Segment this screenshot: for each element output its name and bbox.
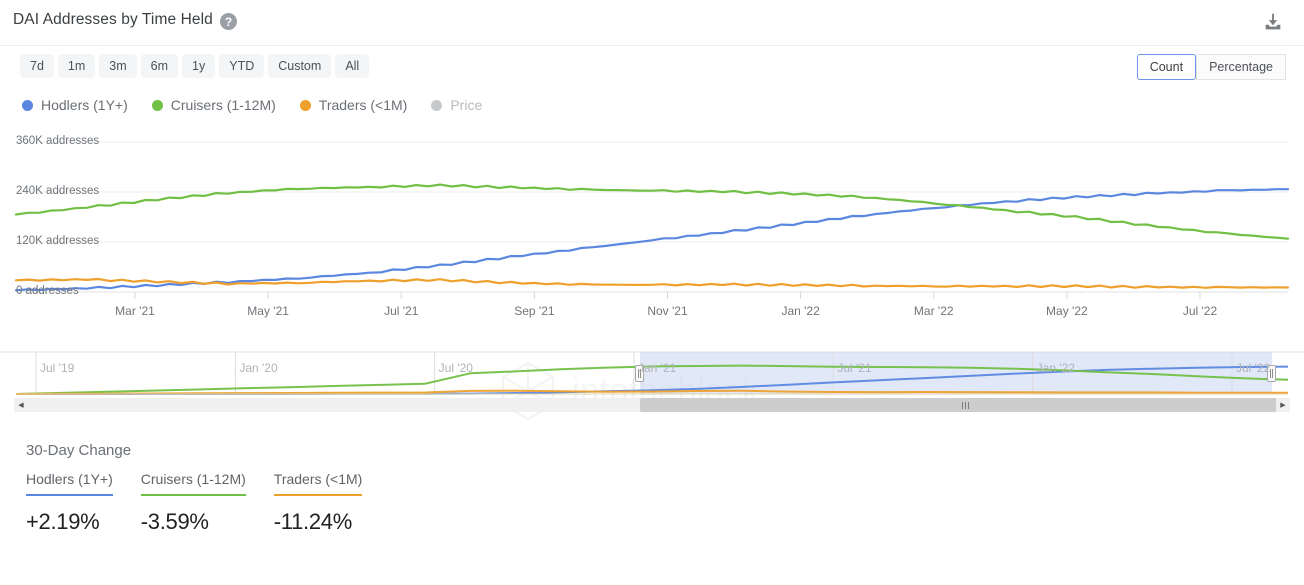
legend-label: Traders (<1M): [318, 97, 408, 113]
x-axis-label: Jul '22: [1182, 304, 1218, 318]
scroll-right-arrow[interactable]: ▶: [1276, 398, 1290, 412]
navigator-axis-label: Jan '20: [239, 361, 278, 375]
navigator-axis-label: Jul '19: [40, 361, 75, 375]
y-axis-label: 120K addresses: [16, 235, 100, 247]
legend-dot-icon: [431, 99, 443, 111]
chart-header: DAI Addresses by Time Held ?: [0, 0, 1304, 46]
navigator-axis-label: Jan '21: [638, 361, 677, 375]
legend-label: Hodlers (1Y+): [41, 97, 128, 113]
chart-legend: Hodlers (1Y+) Cruisers (1-12M) Traders (…: [0, 86, 1304, 124]
x-axis-label: Mar '22: [913, 304, 954, 318]
x-axis-label: May '21: [247, 304, 289, 318]
navigator-axis-label: Jul '21: [837, 361, 872, 375]
stats-row: Hodlers (1Y+) +2.19% Cruisers (1-12M) -3…: [26, 471, 1304, 535]
change-summary: 30-Day Change Hodlers (1Y+) +2.19% Cruis…: [0, 414, 1304, 535]
stat-traders: Traders (<1M) -11.24%: [273, 471, 363, 535]
value-mode-toggle: Count Percentage: [1136, 54, 1286, 80]
time-range-group: 7d 1m 3m 6m 1y YTD Custom All: [20, 54, 370, 78]
stat-value: -11.24%: [273, 509, 353, 534]
range-button-6m[interactable]: 6m: [140, 54, 179, 78]
x-axis-label: Jan '22: [781, 304, 820, 318]
scroll-left-arrow[interactable]: ◀: [14, 398, 28, 412]
page-title: DAI Addresses by Time Held: [13, 11, 213, 28]
stat-label: Cruisers (1-12M): [140, 471, 246, 487]
range-button-custom[interactable]: Custom: [268, 54, 332, 78]
x-axis-label: Sep '21: [514, 304, 555, 318]
range-button-all[interactable]: All: [335, 54, 370, 78]
legend-item-cruisers[interactable]: Cruisers (1-12M): [151, 97, 276, 113]
navigator-scrollbar[interactable]: ◀ ▶: [14, 398, 1290, 412]
summary-title: 30-Day Change: [26, 442, 132, 459]
range-button-3m[interactable]: 3m: [99, 54, 137, 78]
navigator-axis-label: Jan '22: [1036, 361, 1075, 375]
navigator-axis-label: Jul '22: [1236, 361, 1271, 375]
main-chart[interactable]: intotheblock 0 addresses120K addresses24…: [0, 124, 1304, 421]
legend-item-price[interactable]: Price: [431, 97, 482, 113]
y-axis-label: 240K addresses: [16, 185, 100, 197]
legend-item-traders[interactable]: Traders (<1M): [299, 97, 408, 113]
stat-hodlers: Hodlers (1Y+) +2.19%: [26, 471, 113, 535]
y-axis-label: 360K addresses: [16, 135, 100, 147]
range-navigator[interactable]: ◀ ▶ Jul '19 Jan '20 Jul '20 Jan '21 Jul '21 J…: [0, 346, 1304, 414]
x-axis-label: May '22: [1046, 304, 1088, 318]
range-button-ytd[interactable]: YTD: [219, 54, 265, 78]
stat-underline: [273, 494, 363, 496]
stat-underline: [140, 494, 246, 496]
legend-item-hodlers[interactable]: Hodlers (1Y+): [22, 97, 128, 113]
scrollbar-thumb[interactable]: [640, 398, 1290, 412]
y-axis-label: 0 addresses: [16, 285, 79, 297]
x-axis-label: Jul '21: [384, 304, 419, 318]
chart-controls: 7d 1m 3m 6m 1y YTD Custom All Count Perc…: [0, 46, 1304, 86]
navigator-axis-label: Jul '20: [438, 361, 473, 375]
scrollbar-grip-icon: [961, 401, 969, 409]
range-button-7d[interactable]: 7d: [20, 54, 54, 78]
range-button-1y[interactable]: 1y: [182, 54, 216, 78]
toggle-count[interactable]: Count: [1136, 54, 1197, 80]
stat-cruisers: Cruisers (1-12M) -3.59%: [140, 471, 246, 535]
legend-label: Price: [450, 97, 483, 113]
stat-value: +2.19%: [26, 509, 100, 534]
stat-label: Traders (<1M): [273, 471, 363, 487]
help-circle-icon[interactable]: ?: [220, 13, 237, 30]
legend-label: Cruisers (1-12M): [170, 97, 276, 113]
legend-dot-icon: [151, 99, 163, 111]
range-button-1m[interactable]: 1m: [57, 54, 96, 78]
stat-underline: [26, 494, 113, 496]
toggle-percentage[interactable]: Percentage: [1196, 54, 1286, 80]
download-icon[interactable]: [1262, 11, 1284, 33]
legend-dot-icon: [299, 99, 311, 111]
stat-value: -3.59%: [140, 509, 209, 534]
x-axis-label: Mar '21: [115, 304, 155, 318]
x-axis-label: Nov '21: [647, 304, 688, 318]
legend-dot-icon: [22, 99, 33, 111]
stat-label: Hodlers (1Y+): [26, 471, 113, 487]
